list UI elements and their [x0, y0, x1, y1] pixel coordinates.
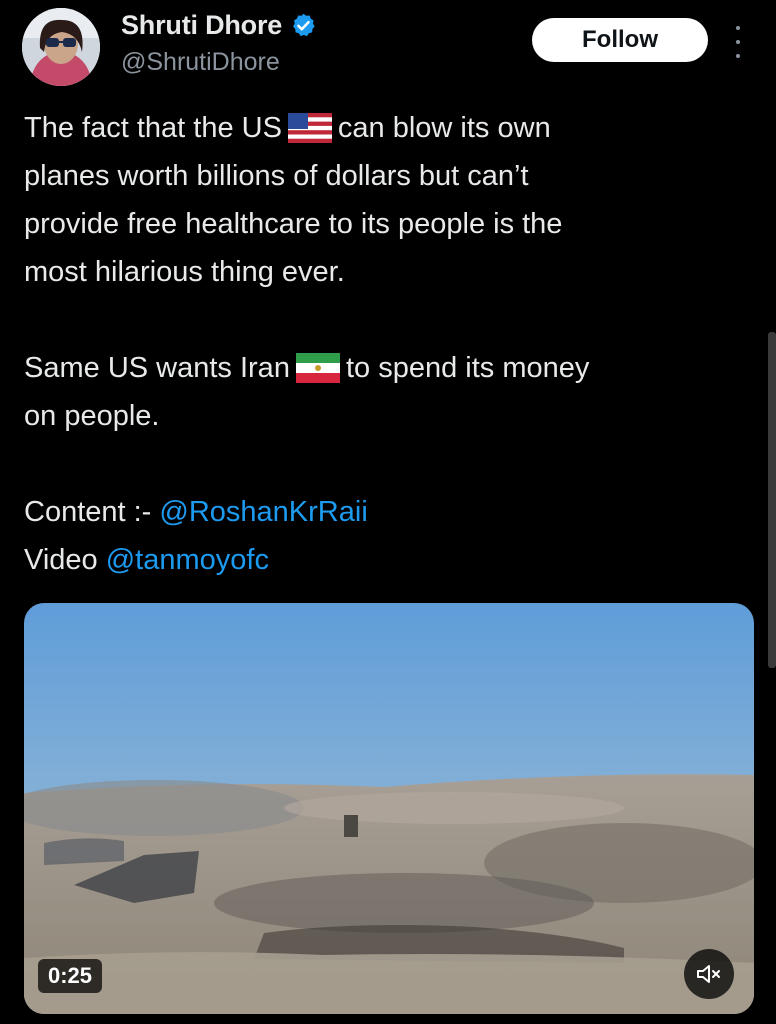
tweet-text-line: most hilarious thing ever. [24, 256, 345, 288]
avatar[interactable] [22, 8, 100, 86]
us-flag-icon [287, 113, 332, 143]
tweet-text-line: planes worth billions of dollars but can… [24, 160, 529, 192]
tweet-text-line: can blow its own [337, 112, 551, 144]
mention-link-video[interactable]: @tanmoyofc [106, 544, 269, 576]
iran-flag-icon [295, 353, 340, 383]
follow-button[interactable]: Follow [532, 18, 708, 62]
verified-badge-icon [293, 13, 315, 37]
tweet-text-line: to spend its money [345, 352, 590, 384]
tweet-text-line: on people. [24, 400, 160, 432]
author-name[interactable]: Shruti Dhore [121, 10, 282, 41]
tweet-header: Shruti Dhore @ShrutiDhore Follow [0, 0, 776, 100]
content-label: Content :- [24, 496, 160, 528]
tweet-text: The fact that the US can blow its own pl… [24, 104, 744, 584]
more-options-icon[interactable] [728, 26, 748, 58]
tweet-text-line: The fact that the US [24, 112, 282, 144]
mention-link-content[interactable]: @RoshanKrRaii [159, 496, 367, 528]
video-label: Video [24, 544, 106, 576]
author-handle[interactable]: @ShrutiDhore [121, 48, 280, 77]
scrollbar[interactable] [768, 332, 776, 668]
author-name-row: Shruti Dhore [121, 10, 317, 41]
video-player[interactable]: 0:25 [24, 603, 754, 1014]
volume-muted-icon[interactable] [684, 949, 734, 999]
tweet-text-line: provide free healthcare to its people is… [24, 208, 563, 240]
video-frame [24, 603, 754, 1014]
tweet-text-line: Same US wants Iran [24, 352, 290, 384]
video-duration: 0:25 [38, 959, 103, 993]
